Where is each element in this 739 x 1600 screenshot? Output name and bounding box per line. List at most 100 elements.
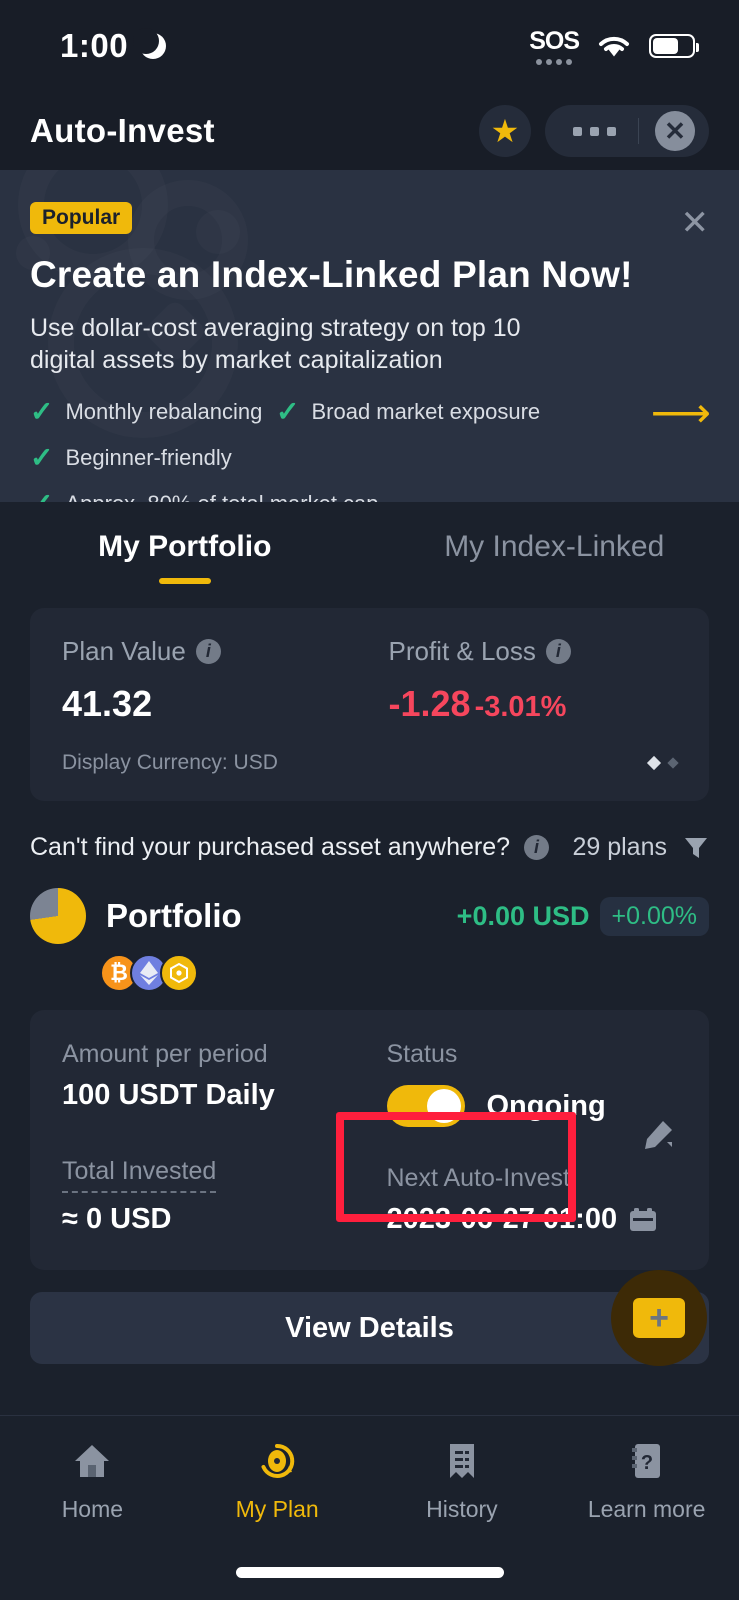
tab-label: My Portfolio (98, 530, 272, 563)
arrow-right-icon[interactable]: ⟶ (651, 392, 711, 434)
plan-card[interactable]: Amount per period 100 USDT Daily Status … (30, 1010, 709, 1270)
promo-banner[interactable]: ✕ ⟶ Popular Create an Index-Linked Plan … (0, 170, 739, 502)
sos-indicator: SOS (529, 27, 580, 65)
status-bar: 1:00 SOS (0, 0, 739, 92)
bottom-navigation: Home My Plan History ? Learn more (0, 1415, 739, 1600)
plan-value-label: Plan Value (62, 636, 186, 666)
pnl-value-row: -1.28 -3.01% (389, 683, 678, 725)
check-icon: ✓ (276, 396, 300, 427)
amount-label: Amount per period (62, 1040, 268, 1068)
find-asset-text: Can't find your purchased asset anywhere… (30, 833, 511, 861)
add-plus-icon: + (633, 1298, 685, 1338)
status-bar-right: SOS (529, 27, 699, 65)
header-actions: ★ ✕ (479, 105, 709, 157)
tab-underline (158, 578, 211, 584)
bnb-coin-icon (160, 954, 198, 992)
status-badge: Popular (30, 202, 133, 234)
feature-label: Beginner-friendly (65, 445, 232, 470)
list-item: ✓ Broad market exposure (276, 398, 540, 426)
favorite-button[interactable]: ★ (479, 105, 531, 157)
view-details-label: View Details (285, 1311, 454, 1344)
feature-label: Approx. 80% of total market cap (65, 491, 378, 502)
portfolio-identity: Portfolio (30, 888, 242, 944)
portfolio-header[interactable]: Portfolio +0.00 USD +0.00% (0, 862, 739, 944)
next-invest-block: Next Auto-Invest 2023-06-27 01:00 (353, 1164, 678, 1236)
portfolio-performance: +0.00 USD +0.00% (456, 896, 709, 936)
info-icon[interactable]: i (545, 639, 571, 664)
portfolio-percent: +0.00% (599, 896, 709, 936)
status-label: Status (386, 1040, 458, 1068)
pnl-percent: -3.01% (474, 691, 567, 723)
carousel-dots[interactable] (646, 755, 679, 771)
pencil-icon[interactable] (641, 1118, 675, 1152)
svg-text:?: ? (641, 1452, 653, 1474)
total-invested-label[interactable]: Total Invested (62, 1157, 217, 1193)
plan-value-label-row: Plan Value i (62, 636, 351, 667)
signal-dots-icon (529, 59, 579, 65)
find-asset-left[interactable]: Can't find your purchased asset anywhere… (30, 833, 550, 862)
tab-my-portfolio[interactable]: My Portfolio (0, 530, 370, 584)
close-button[interactable]: ✕ (639, 111, 703, 151)
my-plan-icon (254, 1438, 300, 1484)
feature-label: Broad market exposure (311, 399, 541, 424)
banner-feature-list: ✓ Monthly rebalancing ✓ Broad market exp… (30, 398, 610, 503)
add-plan-fab[interactable]: + (611, 1270, 707, 1366)
plans-filter-group: 29 plans (572, 833, 709, 862)
next-invest-row: 2023-06-27 01:00 (387, 1203, 678, 1236)
clock: 1:00 (60, 27, 129, 64)
nav-item-home[interactable]: Home (0, 1438, 185, 1600)
header-menu-group: ✕ (545, 105, 709, 157)
list-item: ✓ Monthly rebalancing (30, 398, 276, 426)
more-dots-icon[interactable] (551, 126, 638, 136)
find-asset-row: Can't find your purchased asset anywhere… (0, 801, 739, 862)
plan-value-block: Plan Value i 41.32 (62, 636, 351, 725)
check-icon: ✓ (30, 396, 54, 427)
pie-chart-icon (30, 888, 86, 944)
filter-icon[interactable] (683, 835, 709, 861)
app-screen: 1:00 SOS Auto-Invest ★ ✕ ✕ ⟶ Popular Cre… (0, 0, 739, 1600)
tab-my-index-linked[interactable]: My Index-Linked (370, 530, 739, 584)
tab-label: My Index-Linked (444, 530, 665, 563)
feature-label: Monthly rebalancing (65, 399, 263, 424)
status-toggle[interactable] (386, 1085, 465, 1127)
status-bar-left: 1:00 (60, 27, 167, 65)
amount-block: Amount per period 100 USDT Daily (62, 1040, 353, 1127)
battery-icon (649, 34, 699, 58)
banner-close-icon[interactable]: ✕ (681, 206, 710, 240)
sos-label: SOS (529, 27, 580, 55)
star-icon: ★ (490, 113, 520, 149)
calendar-icon[interactable] (629, 1207, 657, 1233)
nav-label: History (426, 1496, 498, 1522)
coin-avatar-group: ₿ (0, 944, 739, 992)
history-icon (439, 1438, 485, 1484)
portfolio-amount: +0.00 USD (456, 900, 590, 931)
page-header: Auto-Invest ★ ✕ (0, 92, 739, 170)
list-item: ✓ Approx. 80% of total market cap (30, 490, 379, 503)
next-invest-value: 2023-06-27 01:00 (386, 1203, 618, 1235)
info-icon[interactable]: i (195, 639, 221, 664)
list-item: ✓ Beginner-friendly (30, 444, 276, 472)
view-details-button[interactable]: View Details (30, 1292, 709, 1364)
close-icon: ✕ (655, 111, 695, 151)
nav-label: Learn more (587, 1496, 706, 1522)
plans-count: 29 plans (572, 833, 667, 861)
nav-item-learn-more[interactable]: ? Learn more (554, 1438, 739, 1600)
home-indicator (235, 1567, 504, 1578)
nav-label: Home (61, 1496, 124, 1522)
total-invested-block: Total Invested ≈ 0 USD (62, 1157, 353, 1236)
info-icon[interactable]: i (524, 835, 550, 860)
amount-value: 100 USDT Daily (62, 1079, 275, 1111)
summary-card: Plan Value i 41.32 Profit & Loss i -1.28… (30, 608, 709, 801)
next-invest-label: Next Auto-Invest (386, 1164, 570, 1192)
nav-label: My Plan (235, 1496, 319, 1522)
wifi-icon (597, 33, 631, 59)
banner-subtitle: Use dollar-cost averaging strategy on to… (30, 314, 521, 374)
portfolio-name: Portfolio (106, 897, 242, 934)
status-value: Ongoing (486, 1089, 606, 1122)
portfolio-tabs: My Portfolio My Index-Linked (0, 502, 739, 584)
page-title: Auto-Invest (30, 112, 215, 149)
banner-heading: Create an Index-Linked Plan Now! (30, 254, 633, 295)
check-icon: ✓ (30, 490, 53, 503)
total-invested-value: ≈ 0 USD (62, 1203, 172, 1235)
plan-value: 41.32 (62, 683, 153, 724)
